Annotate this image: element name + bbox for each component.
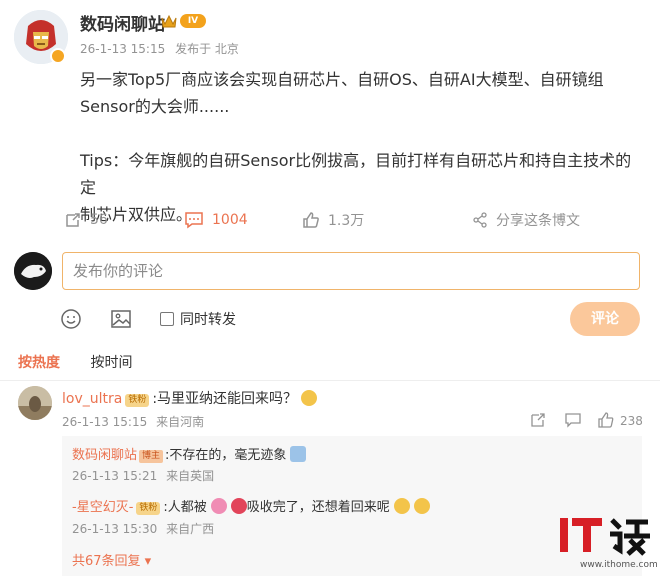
comment-sort-tabs: 按热度 按时间 <box>18 352 158 372</box>
reply-text-part: 吸收完了，还想着回来呢 <box>246 500 390 515</box>
reply-location: 来自广西 <box>166 522 215 536</box>
flower-emoji-icon <box>210 498 227 514</box>
sticker-emoji-icon <box>290 446 307 462</box>
level-badge: IV <box>180 14 206 28</box>
tab-hot[interactable]: 按热度 <box>18 352 60 372</box>
reply-item: -星空幻灭- 铁粉:人都被 吸收完了，还想着回来呢 <box>72 496 430 515</box>
reply-text-part: :人都被 <box>163 500 207 515</box>
post-action-bar: 56 1004 1.3万 分享这条博文 <box>0 205 660 235</box>
comment-date: 26-1-13 15:15 <box>62 415 148 429</box>
comment-repost-icon[interactable] <box>530 412 546 430</box>
laugh-cry-emoji-icon <box>393 498 410 514</box>
comment-like-icon[interactable] <box>598 412 614 430</box>
post-location: 发布于 北京 <box>175 42 239 56</box>
repost-icon <box>66 213 80 227</box>
reply-text: :不存在的，毫无迹象 <box>165 448 287 463</box>
laugh-cry-emoji-icon <box>413 498 430 514</box>
post-meta: 26-1-13 15:15 发布于 北京 <box>80 40 245 57</box>
commenter-name[interactable]: lov_ultra <box>62 391 122 407</box>
author-badge: 博主 <box>139 450 164 463</box>
author-name[interactable]: 数码闲聊站 <box>80 10 165 35</box>
like-button[interactable]: 1.3万 <box>302 205 364 235</box>
fan-badge: 铁粉 <box>136 502 161 515</box>
repost-checkbox[interactable] <box>160 312 174 326</box>
reply-item: 数码闲聊站 博主:不存在的，毫无迹象 <box>72 444 307 463</box>
my-avatar[interactable] <box>14 252 52 290</box>
repost-button[interactable]: 56 <box>64 205 108 235</box>
more-replies-label: 共67条回复 <box>72 554 141 569</box>
comment-content: lov_ultra 铁粉:马里亚纳还能回来吗？ <box>62 388 318 408</box>
more-replies-link[interactable]: 共67条回复 ▾ <box>72 550 151 569</box>
doge-emoji-icon <box>301 390 318 406</box>
thumbs-up-icon <box>303 212 319 228</box>
repost-count: 56 <box>90 212 108 228</box>
comment-meta: 26-1-13 15:15 来自河南 <box>62 413 209 430</box>
reply-date: 26-1-13 15:21 <box>72 469 158 483</box>
comment-reply-icon[interactable] <box>564 412 582 430</box>
comment-icon <box>185 212 203 229</box>
comment-like-count: 238 <box>620 414 643 428</box>
verified-badge-icon <box>50 48 66 64</box>
share-icon <box>473 212 487 228</box>
reply-author[interactable]: -星空幻灭- <box>72 500 133 515</box>
image-icon[interactable] <box>110 308 132 330</box>
crown-icon <box>160 12 178 30</box>
commenter-avatar[interactable] <box>18 386 52 420</box>
like-count: 1.3万 <box>328 213 365 229</box>
replies-box: 数码闲聊站 博主:不存在的，毫无迹象 26-1-13 15:21 来自英国 -星空… <box>62 436 642 576</box>
comment-text: :马里亚纳还能回来吗？ <box>152 391 298 407</box>
reply-location: 来自英国 <box>166 469 215 483</box>
divider <box>0 380 660 381</box>
share-button[interactable]: 分享这条博文 <box>472 205 580 235</box>
reply-date: 26-1-13 15:30 <box>72 522 158 536</box>
composer-toolbar: 同时转发 <box>60 306 236 332</box>
reply-meta: 26-1-13 15:30 来自广西 <box>72 520 219 537</box>
share-label: 分享这条博文 <box>496 213 580 229</box>
tab-time[interactable]: 按时间 <box>90 352 132 372</box>
reply-author[interactable]: 数码闲聊站 <box>72 448 137 463</box>
post-date[interactable]: 26-1-13 15:15 <box>80 42 165 56</box>
submit-comment-button[interactable]: 评论 <box>570 302 640 336</box>
repost-checkbox-label[interactable]: 同时转发 <box>180 309 236 329</box>
tire-emoji-icon <box>230 498 247 514</box>
comment-button[interactable]: 1004 <box>184 205 248 235</box>
reply-meta: 26-1-13 15:21 来自英国 <box>72 467 219 484</box>
comment-input[interactable] <box>62 252 640 290</box>
emoji-icon[interactable] <box>60 308 82 330</box>
watermark-url: www.ithome.com <box>580 560 658 570</box>
comment-location: 来自河南 <box>156 415 205 429</box>
chevron-down-icon: ▾ <box>140 554 152 569</box>
fan-badge: 铁粉 <box>125 394 150 407</box>
comment-count: 1004 <box>212 212 248 228</box>
post-body: 另一家Top5厂商应该会实现自研芯片、自研OS、自研AI大模型、自研镜组 Sen… <box>80 70 632 224</box>
